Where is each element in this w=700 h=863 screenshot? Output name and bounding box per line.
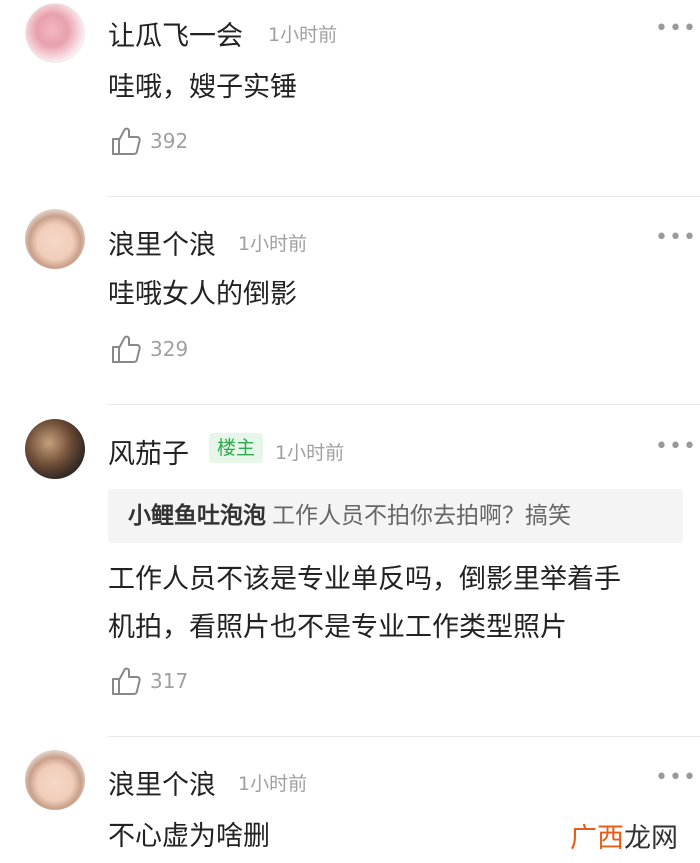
thumbs-up-icon (112, 127, 141, 155)
like-button[interactable]: 392 (110, 125, 188, 157)
quoted-username[interactable]: 小鲤鱼吐泡泡 (128, 503, 266, 529)
comment-text: 哇哦女人的倒影 (108, 279, 297, 310)
like-count: 329 (150, 337, 189, 361)
more-dots-icon[interactable]: ••• (655, 16, 697, 41)
comment-item: 浪里个浪 1小时前 ••• 哇哦女人的倒影 329 (0, 197, 700, 403)
like-button[interactable]: 329 (110, 333, 188, 365)
avatar[interactable] (25, 3, 85, 63)
timestamp: 1小时前 (238, 233, 308, 255)
thumbs-up-icon (112, 335, 141, 363)
like-count: 317 (150, 669, 189, 693)
like-count: 392 (150, 129, 189, 153)
timestamp: 1小时前 (268, 24, 338, 46)
watermark: 广西龙网 (570, 823, 678, 854)
thumbs-up-icon (112, 667, 141, 695)
more-dots-icon[interactable]: ••• (655, 434, 697, 459)
comment-text: 哇哦，嫂子实锤 (108, 72, 297, 103)
comment-text: 不心虚为啥删 (108, 821, 270, 852)
avatar[interactable] (25, 750, 85, 810)
more-dots-icon[interactable]: ••• (655, 225, 697, 250)
comment-item: 让瓜飞一会 1小时前 ••• 哇哦，嫂子实锤 392 (0, 0, 700, 196)
avatar[interactable] (25, 419, 85, 479)
comment-item: 风茄子 楼主 1小时前 ••• 小鲤鱼吐泡泡 工作人员不拍你去拍啊？搞笑 工作人员… (0, 405, 700, 736)
username[interactable]: 浪里个浪 (108, 763, 216, 802)
username[interactable]: 让瓜飞一会 (108, 14, 243, 53)
timestamp: 1小时前 (238, 773, 308, 795)
comment-text-line2: 机拍，看照片也不是专业工作类型照片 (108, 612, 567, 643)
avatar[interactable] (25, 209, 85, 269)
quoted-reply[interactable]: 小鲤鱼吐泡泡 工作人员不拍你去拍啊？搞笑 (108, 489, 683, 543)
quoted-text: 工作人员不拍你去拍啊？搞笑 (272, 503, 571, 529)
username[interactable]: 风茄子 (108, 432, 189, 471)
like-button[interactable]: 317 (110, 665, 188, 697)
more-dots-icon[interactable]: ••• (655, 765, 697, 790)
op-badge: 楼主 (209, 433, 264, 463)
username[interactable]: 浪里个浪 (108, 223, 216, 262)
timestamp: 1小时前 (275, 442, 345, 464)
comment-text-line1: 工作人员不该是专业单反吗，倒影里举着手 (108, 564, 621, 595)
